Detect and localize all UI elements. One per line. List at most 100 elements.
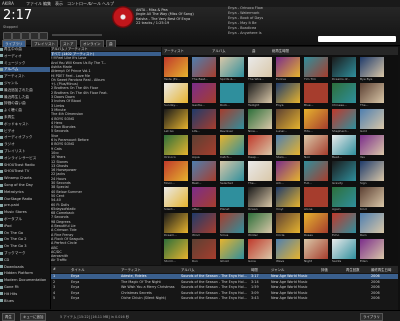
album-cover[interactable] [192,135,216,155]
album-cover[interactable] [248,161,272,181]
sidebar-item[interactable]: iPod [0,224,50,229]
col-album[interactable]: アルバム [181,267,195,272]
col-playcount[interactable]: 再生回数 [346,267,360,272]
album-cover[interactable] [220,83,244,103]
upcoming-track[interactable]: Enya - Watermark [228,11,259,15]
album-cover[interactable] [332,135,356,155]
stop-button[interactable] [30,32,39,40]
track-row[interactable]: 5 Enya Oiche Chiuin (Silent Night) Sounds o… [51,296,398,301]
album-cover[interactable] [332,239,356,259]
album-cover[interactable] [360,239,384,259]
sidebar-item[interactable]: On The Go [0,231,50,236]
album-cover[interactable] [164,239,188,259]
album-cover[interactable] [332,213,356,233]
col-title[interactable]: タイトル [71,267,85,272]
sidebar-item[interactable]: Downloads [0,265,50,270]
sidebar-item[interactable]: pre-paid [0,203,50,208]
album-cover[interactable] [360,135,384,155]
time-display[interactable]: 2:17 [3,8,32,23]
album-cover[interactable] [304,187,328,207]
col-lastplayed[interactable]: 最終再生日時 [371,267,391,272]
upcoming-track[interactable]: Enya - May It Be [228,21,257,25]
sidebar-item[interactable]: ポッドキャスト [0,122,50,127]
seek-bar[interactable] [52,34,102,36]
album-cover[interactable] [360,83,384,103]
col-songs[interactable]: 曲 [252,48,255,53]
album-cover[interactable] [192,109,216,129]
sidebar-item[interactable]: オーディオブック [0,135,50,140]
album-cover[interactable] [360,109,384,129]
col-artist[interactable]: アーティスト [121,267,141,272]
track-row[interactable]: 4 Enya Christmas Secrets Sounds of the Seas… [51,291,398,296]
sidebar-item[interactable]: SHOUTcast TV [0,169,50,174]
sidebar-item[interactable]: Hit Hits [0,292,50,297]
sidebar-item[interactable]: ポータブル [0,217,50,222]
search-input[interactable] [318,36,396,42]
album-cover[interactable] [360,57,384,77]
sidebar-item[interactable]: 未再生 [0,115,50,120]
menu-control[interactable]: コントロール [67,1,91,7]
col-length[interactable]: 時間 [251,267,258,272]
col-number[interactable]: # [53,267,56,271]
upcoming-track[interactable]: Enya - Book of Days [228,16,263,20]
sidebar-item[interactable]: プレイリスト [0,149,50,154]
upcoming-track[interactable]: Enya - Anywhere Is [228,31,262,35]
sidebar-item[interactable]: 最近再生した曲 [0,95,50,100]
album-cover[interactable] [220,239,244,259]
album-cover[interactable] [332,109,356,129]
menu-tools[interactable]: ツール [89,1,101,7]
album-cover[interactable] [164,57,188,77]
album-cover[interactable] [248,135,272,155]
album-cover[interactable] [276,57,300,77]
album-cover[interactable] [248,187,272,207]
album-cover[interactable] [276,187,300,207]
album-cover[interactable] [248,213,272,233]
album-cover[interactable] [332,83,356,103]
browser-header[interactable]: アルバム / アーティスト [51,47,161,52]
album-cover[interactable] [164,161,188,181]
album-cover[interactable] [304,239,328,259]
upcoming-track[interactable]: Enya - Orinoco Flow [228,6,263,10]
album-cover[interactable] [192,57,216,77]
menu-help[interactable]: ヘルプ [102,1,114,7]
sidebar-item[interactable]: On The Go 3 [0,244,50,249]
menu-edit[interactable]: 編集 [43,1,51,7]
sidebar-item[interactable]: Music Stores [0,210,50,215]
sidebar-item[interactable]: 最近追加された曲 [0,88,50,93]
previous-button[interactable] [3,32,12,40]
col-length[interactable]: 総再生時間 [272,48,289,53]
album-cover[interactable] [220,57,244,77]
upcoming-track[interactable]: Enya - Boadicea [228,26,256,30]
album-cover[interactable] [164,213,188,233]
album-cover[interactable] [248,109,272,129]
album-cover[interactable] [248,239,272,259]
col-artist[interactable]: アーティスト [164,48,184,53]
sidebar-item[interactable]: 評価の高い曲 [0,101,50,106]
sidebar-item[interactable]: CD [0,258,50,263]
album-cover[interactable] [220,161,244,181]
album-cover[interactable] [276,213,300,233]
album-cover[interactable] [332,161,356,181]
sidebar-item[interactable]: Hidden Platform [0,271,50,276]
album-cover[interactable] [276,109,300,129]
album-cover[interactable] [164,109,188,129]
sidebar-item[interactable]: 再生中の曲 [0,47,50,52]
sidebar-item[interactable]: ブックマーク [0,251,50,256]
album-cover[interactable] [304,135,328,155]
album-cover[interactable] [220,135,244,155]
sidebar-item[interactable]: Metrolyrics [0,190,50,195]
menu-view[interactable]: 表示 [55,1,63,7]
album-cover[interactable] [164,135,188,155]
col-album[interactable]: アルバム [212,48,226,53]
album-cover[interactable] [360,187,384,207]
album-cover[interactable] [360,161,384,181]
album-cover[interactable] [164,83,188,103]
album-cover[interactable] [192,213,216,233]
sidebar-item[interactable]: Winamp Charts [0,176,50,181]
album-cover[interactable] [304,109,328,129]
sidebar-item[interactable]: アーティスト [0,74,50,79]
sidebar-item[interactable]: OurStage Radio [0,197,50,202]
album-cover[interactable] [220,213,244,233]
album-cover[interactable] [304,57,328,77]
sidebar-item[interactable]: On The Go 2 [0,237,50,242]
